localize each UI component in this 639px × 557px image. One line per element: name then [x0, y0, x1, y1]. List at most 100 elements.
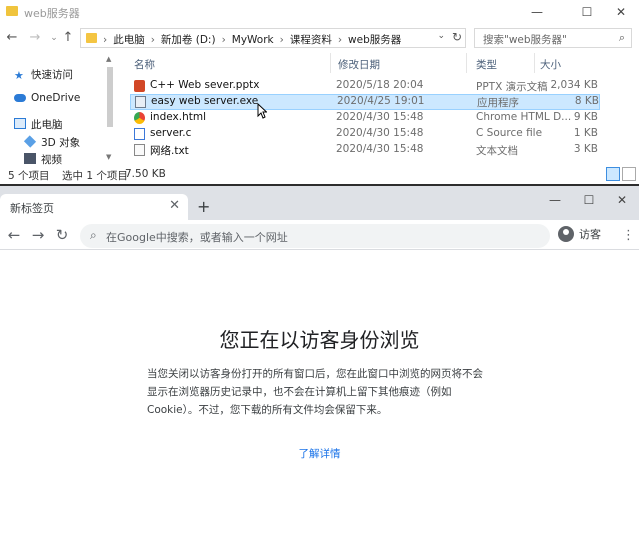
file-type: 文本文档 [476, 145, 518, 157]
minimize-button[interactable]: — [520, 0, 554, 25]
refresh-icon[interactable]: ↻ [452, 30, 462, 44]
forward-button[interactable]: → [28, 225, 48, 245]
file-list: 名称 修改日期 类型 大小 C++ Web sever.pptx 2020/5/… [126, 51, 636, 166]
sidebar-item-label: 3D 对象 [41, 137, 81, 149]
column-divider[interactable] [330, 53, 331, 73]
details-view-icon[interactable] [606, 167, 620, 181]
chevron-right-icon: › [150, 34, 155, 46]
breadcrumb-item[interactable]: 课程资料 [290, 32, 332, 47]
file-size: 3 KB [573, 143, 598, 155]
search-icon: ⌕ [90, 228, 97, 242]
sidebar-item-onedrive[interactable]: OneDrive [14, 92, 80, 108]
scrollbar-thumb[interactable] [107, 67, 113, 127]
breadcrumb-item[interactable]: web服务器 [348, 32, 401, 47]
file-row[interactable]: server.c 2020/4/30 15:48 C Source file 1… [130, 126, 600, 142]
file-explorer-window: web服务器 — ☐ ✕ ← → ⌄ ↑ › 此电脑 › 新加卷 (D:) › MyWor… [0, 0, 639, 183]
new-tab-button[interactable]: + [197, 197, 210, 216]
selection-count: 选中 1 个项目 [62, 170, 128, 182]
chrome-icon [134, 112, 145, 124]
file-type: 应用程序 [477, 97, 519, 109]
column-header-name[interactable]: 名称 [134, 57, 155, 72]
file-name: index.html [150, 111, 206, 123]
file-name: C++ Web sever.pptx [150, 79, 260, 91]
file-size: 9 KB [573, 111, 598, 123]
sidebar-item-quick-access[interactable]: ★ 快速访问 [14, 67, 73, 83]
sidebar-item-this-pc[interactable]: 此电脑 [14, 117, 63, 133]
breadcrumb-item[interactable]: MyWork [232, 34, 274, 46]
forward-button[interactable]: → [27, 29, 43, 47]
exe-icon [135, 96, 146, 108]
omnibox[interactable]: ⌕ 在Google中搜索，或者输入一个网址 [80, 224, 550, 248]
chevron-right-icon: › [337, 34, 343, 46]
file-row[interactable]: C++ Web sever.pptx 2020/5/18 20:04 PPTX … [130, 78, 600, 94]
up-button[interactable]: ↑ [60, 29, 76, 47]
folder-icon [6, 6, 18, 16]
reload-button[interactable]: ↻ [52, 225, 72, 245]
sidebar-scrollbar[interactable]: ▲ ▼ [104, 55, 116, 163]
column-header-type[interactable]: 类型 [476, 57, 497, 72]
chevron-down-icon[interactable]: ⌄ [437, 31, 445, 41]
star-icon: ★ [14, 69, 24, 82]
file-date: 2020/5/18 20:04 [336, 79, 424, 91]
learn-more-link[interactable]: 了解详情 [0, 446, 639, 461]
address-bar[interactable]: › 此电脑 › 新加卷 (D:) › MyWork › 课程资料 › web服务器 ⌄ ↻ [80, 28, 466, 48]
back-button[interactable]: ← [4, 225, 24, 245]
maximize-button[interactable]: ☐ [572, 190, 606, 212]
profile-button[interactable]: 访客 [558, 226, 601, 246]
sidebar-item-label: 视频 [41, 154, 62, 166]
video-icon [24, 153, 36, 164]
address-toolbar: ← → ⌄ ↑ › 此电脑 › 新加卷 (D:) › MyWork › 课程资料 › web服务器… [0, 25, 639, 51]
computer-icon [14, 118, 26, 129]
file-size: 8 KB [574, 95, 599, 107]
menu-icon[interactable]: ⋮ [622, 228, 635, 243]
column-divider[interactable] [466, 53, 467, 73]
tab-strip: 新标签页 ✕ + — ☐ ✕ [0, 186, 639, 220]
chevron-right-icon: › [221, 34, 226, 46]
file-name: server.c [150, 127, 192, 139]
scroll-up-icon[interactable]: ▲ [106, 55, 111, 63]
scroll-down-icon[interactable]: ▼ [106, 153, 111, 161]
chevron-right-icon: › [279, 34, 284, 46]
cloud-icon [14, 94, 26, 102]
search-placeholder: 搜索"web服务器" [483, 34, 567, 46]
file-size: 2,034 KB [550, 79, 599, 91]
maximize-button[interactable]: ☐ [570, 0, 604, 25]
file-type: C Source file [476, 127, 543, 139]
sidebar-item-label: OneDrive [31, 92, 81, 104]
breadcrumb-item[interactable]: 新加卷 (D:) [161, 32, 216, 47]
large-icons-view-icon[interactable] [622, 167, 636, 181]
column-header-size[interactable]: 大小 [540, 57, 561, 72]
file-row[interactable]: easy web server.exe 2020/4/25 19:01 应用程序… [130, 94, 600, 110]
sidebar-item-label: 快速访问 [31, 69, 73, 81]
page-title: 您正在以访客身份浏览 [219, 328, 420, 352]
avatar-icon [558, 226, 574, 242]
breadcrumb: › 此电脑 › 新加卷 (D:) › MyWork › 课程资料 › web服务器 [103, 32, 401, 47]
file-row[interactable]: 网络.txt 2020/4/30 15:48 文本文档 3 KB [130, 142, 600, 158]
pptx-icon [134, 80, 145, 92]
selection-size: 7.50 KB [125, 168, 166, 180]
close-button[interactable]: ✕ [604, 0, 638, 25]
minimize-button[interactable]: — [538, 190, 572, 212]
explorer-titlebar: web服务器 — ☐ ✕ [0, 0, 639, 25]
column-divider[interactable] [534, 53, 535, 73]
breadcrumb-item[interactable]: 此电脑 [113, 32, 145, 47]
cube-icon [23, 135, 37, 148]
item-count: 5 个项目 [8, 170, 50, 182]
guest-mode-page: 您正在以访客身份浏览 当您关闭以访客身份打开的所有窗口后，您在此窗口中浏览的网页… [0, 250, 639, 557]
back-button[interactable]: ← [4, 29, 20, 47]
close-tab-icon[interactable]: ✕ [169, 198, 180, 213]
status-bar: 5 个项目 选中 1 个项目 7.50 KB [0, 166, 639, 183]
chevron-right-icon: › [103, 34, 108, 46]
profile-label: 访客 [579, 228, 601, 241]
tab-title: 新标签页 [10, 202, 54, 215]
search-box[interactable]: 搜索"web服务器" ⌕ [474, 28, 632, 48]
column-header-date[interactable]: 修改日期 [338, 57, 380, 72]
navigation-pane: ★ 快速访问 OneDrive 此电脑 3D 对象 视频 [0, 51, 118, 166]
txt-icon [134, 144, 145, 156]
browser-toolbar: ← → ↻ ⌕ 在Google中搜索，或者输入一个网址 访客 ⋮ [0, 220, 639, 250]
window-title: web服务器 [24, 7, 80, 20]
sidebar-item-3d-objects[interactable]: 3D 对象 [23, 135, 81, 151]
tab-new-tab[interactable]: 新标签页 ✕ [0, 194, 188, 220]
file-row[interactable]: index.html 2020/4/30 15:48 Chrome HTML D… [130, 110, 600, 126]
close-button[interactable]: ✕ [605, 190, 639, 212]
